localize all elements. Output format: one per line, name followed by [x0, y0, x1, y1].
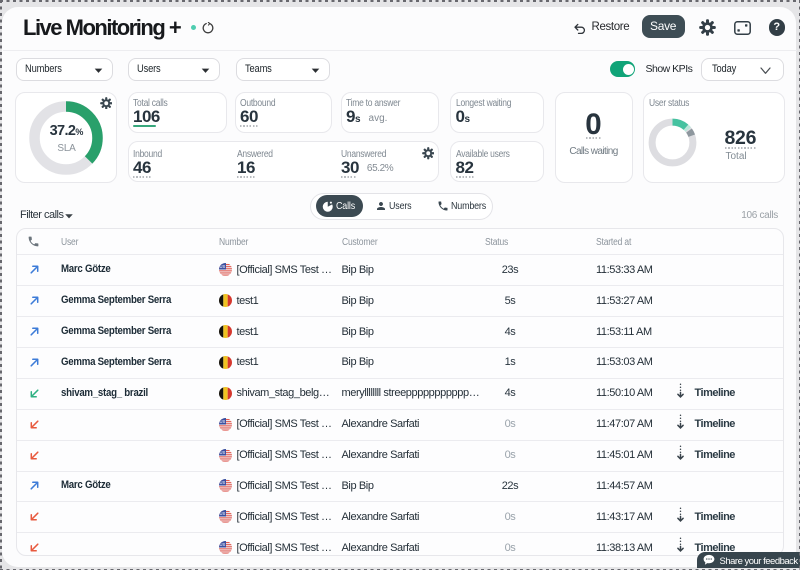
svg-text:US: US	[219, 481, 225, 486]
svg-text:US: US	[219, 450, 225, 455]
svg-text:US: US	[219, 511, 225, 516]
svg-text:US: US	[219, 265, 225, 270]
svg-text:US: US	[219, 542, 225, 547]
svg-text:US: US	[219, 419, 225, 424]
